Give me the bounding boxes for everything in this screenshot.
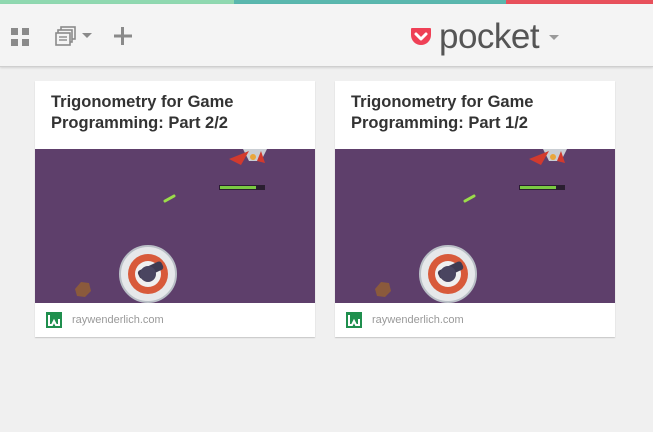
logo-text: pocket — [439, 16, 540, 56]
chevron-down-icon — [82, 33, 92, 38]
grid-view-icon — [11, 28, 29, 46]
list-view-icon — [55, 26, 76, 46]
article-title[interactable]: Trigonometry for Game Programming: Part … — [51, 92, 301, 134]
article-card[interactable]: Trigonometry for Game Programming: Part … — [335, 81, 615, 337]
article-thumbnail — [335, 149, 615, 303]
article-title[interactable]: Trigonometry for Game Programming: Part … — [351, 92, 601, 134]
chevron-down-icon — [549, 35, 560, 40]
article-card[interactable]: Trigonometry for Game Programming: Part … — [35, 81, 315, 337]
raywenderlich-icon — [346, 312, 362, 328]
toolbar: pocket — [0, 4, 653, 67]
raywenderlich-icon — [46, 312, 62, 328]
plus-icon — [114, 27, 132, 45]
article-footer: raywenderlich.com — [335, 303, 615, 337]
article-domain[interactable]: raywenderlich.com — [72, 314, 164, 326]
article-thumbnail — [35, 149, 315, 303]
pocket-icon — [411, 28, 431, 45]
grid-view-button[interactable] — [10, 22, 32, 50]
article-domain[interactable]: raywenderlich.com — [372, 314, 464, 326]
pocket-logo[interactable]: pocket — [410, 14, 560, 58]
article-footer: raywenderlich.com — [35, 303, 315, 337]
add-button[interactable] — [112, 22, 134, 50]
list-view-button[interactable] — [55, 22, 93, 50]
